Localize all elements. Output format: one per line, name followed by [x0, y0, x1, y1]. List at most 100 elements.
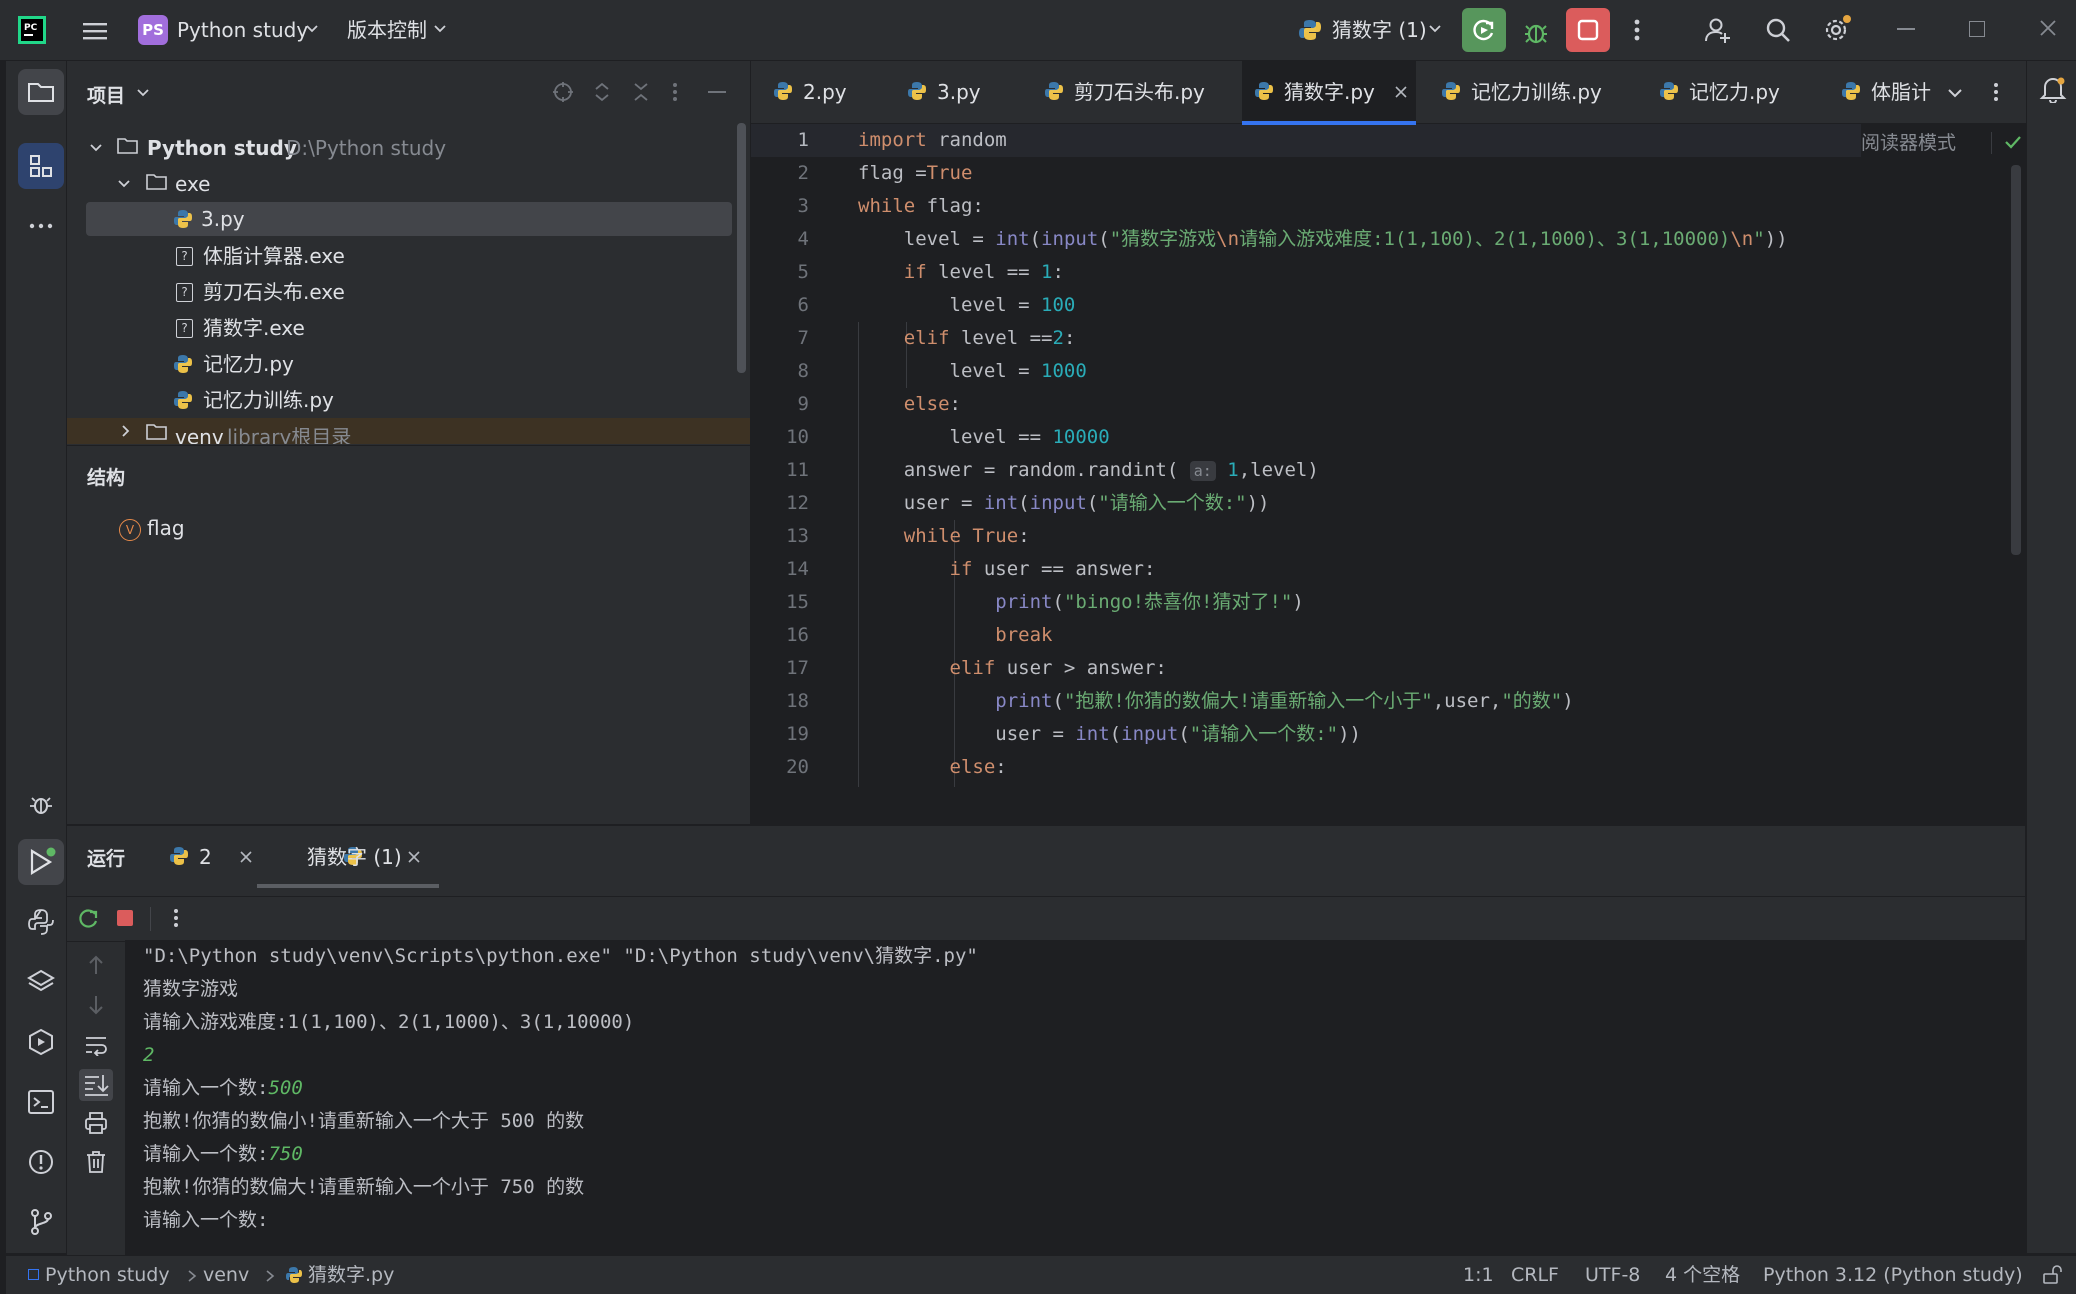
notifications-bell-icon[interactable]	[2039, 75, 2067, 103]
project-badge[interactable]: PS	[138, 15, 168, 45]
tree-file-exe[interactable]: ? 体脂计算器.exe	[67, 239, 732, 273]
console-line: 请输入一个数:500	[143, 1072, 303, 1105]
options-icon[interactable]	[672, 81, 678, 103]
locate-icon[interactable]	[552, 81, 574, 103]
tab-tizhi[interactable]: 体脂计	[1841, 61, 1931, 121]
tree-file-3py[interactable]: 3.py	[86, 202, 732, 236]
indent-setting[interactable]: 4 个空格	[1665, 1256, 1740, 1294]
tree-file-py[interactable]: 记忆力.py	[67, 347, 732, 381]
code-editor[interactable]: 1 import random 2 flag =True 3 while flag: …	[751, 61, 2025, 791]
git-branch-icon[interactable]	[18, 1199, 64, 1245]
rerun-icon[interactable]	[1462, 8, 1506, 52]
expand-all-icon[interactable]	[592, 81, 612, 103]
tree-folder-exe[interactable]: exe	[67, 167, 732, 201]
python-console-icon[interactable]	[18, 899, 64, 945]
pycharm-logo-icon[interactable]: PC	[16, 14, 48, 46]
reader-mode-toggle[interactable]: 阅读器模式	[1861, 128, 1956, 155]
debug-tool-icon[interactable]	[18, 781, 64, 827]
close-tab-icon[interactable]	[1394, 85, 1408, 99]
tree-label: 体脂计算器.exe	[203, 244, 345, 268]
rerun-icon[interactable]	[77, 907, 101, 931]
chevron-down-icon[interactable]	[305, 22, 319, 36]
editor-scrollbar[interactable]	[2011, 165, 2021, 555]
close-icon[interactable]	[2038, 18, 2058, 38]
tab-label: 剪刀石头布.py	[1074, 80, 1205, 104]
more-tools-icon[interactable]	[18, 203, 64, 249]
run-tool-icon[interactable]	[18, 839, 64, 885]
code-line: level = 100	[858, 294, 1076, 316]
tab-caishuzi-active[interactable]: 猜数字.py	[1242, 61, 1416, 125]
tree-root-python-study[interactable]: Python study D:\Python study	[67, 131, 732, 165]
vcs-menu[interactable]: 版本控制	[347, 0, 427, 60]
tab-2py[interactable]: 2.py	[773, 61, 893, 121]
services-icon[interactable]	[18, 1019, 64, 1065]
python-file-icon	[1659, 81, 1679, 101]
structure-item-flag[interactable]: flag	[147, 516, 185, 540]
minimize-icon[interactable]	[1897, 28, 1915, 30]
tab-jiyili-xunlian[interactable]: 记忆力训练.py	[1441, 61, 1621, 121]
scroll-down-icon[interactable]	[87, 994, 105, 1016]
stop-icon[interactable]	[117, 910, 133, 926]
close-tab-icon[interactable]	[407, 850, 421, 864]
tree-folder-venv[interactable]: venv library根目录	[67, 418, 750, 444]
run-config-selector[interactable]: 猜数字 (1)	[1332, 0, 1427, 60]
tree-scrollbar[interactable]	[737, 123, 746, 373]
clear-trash-icon[interactable]	[85, 1150, 107, 1174]
print-icon[interactable]	[84, 1111, 108, 1135]
tree-file-py[interactable]: 记忆力训练.py	[67, 383, 732, 417]
run-toolbar	[67, 896, 2025, 942]
run-console-output[interactable]: "D:\Python study\venv\Scripts\python.exe…	[125, 940, 2025, 1255]
breadcrumb-folder[interactable]: venv	[203, 1256, 249, 1294]
search-icon[interactable]	[1760, 12, 1796, 48]
caret-position[interactable]: 1:1	[1463, 1256, 1494, 1294]
maximize-icon[interactable]	[1969, 21, 1985, 37]
hide-panel-icon[interactable]	[708, 91, 726, 93]
collapse-all-icon[interactable]	[631, 81, 651, 103]
tree-file-exe[interactable]: ? 剪刀石头布.exe	[67, 275, 732, 309]
chevron-down-icon[interactable]	[117, 177, 131, 191]
debug-icon[interactable]	[1516, 12, 1556, 52]
code-line: flag =True	[858, 162, 973, 184]
right-tool-strip	[2026, 61, 2076, 1253]
soft-wrap-icon[interactable]	[84, 1034, 108, 1056]
scroll-up-icon[interactable]	[87, 954, 105, 976]
chevron-down-icon[interactable]	[136, 86, 150, 100]
terminal-icon[interactable]	[18, 1079, 64, 1125]
tree-file-exe[interactable]: ? 猜数字.exe	[67, 311, 732, 345]
structure-icon[interactable]	[18, 143, 64, 189]
code-line: elif level ==2:	[903, 327, 1076, 349]
more-actions-icon[interactable]	[173, 907, 179, 929]
chevron-right-icon[interactable]	[119, 424, 133, 438]
chevron-down-icon[interactable]	[89, 141, 103, 155]
problems-icon[interactable]	[18, 1139, 64, 1185]
file-encoding[interactable]: UTF-8	[1585, 1256, 1640, 1294]
stop-icon[interactable]	[1566, 8, 1610, 52]
tab-jiandao[interactable]: 剪刀石头布.py	[1044, 61, 1214, 121]
lock-icon[interactable]	[2042, 1265, 2062, 1285]
tab-jiyili[interactable]: 记忆力.py	[1659, 61, 1799, 121]
python-interpreter[interactable]: Python 3.12 (Python study)	[1763, 1256, 2023, 1294]
code-line: level = 1000	[858, 360, 1087, 382]
more-actions-icon[interactable]	[1622, 12, 1652, 48]
layers-icon[interactable]	[18, 959, 64, 1005]
breadcrumb-file[interactable]: 猜数字.py	[308, 1256, 394, 1294]
tab-3py[interactable]: 3.py	[907, 61, 1027, 121]
breadcrumb-project[interactable]: Python study	[45, 1256, 170, 1294]
run-panel-title: 运行	[87, 848, 126, 870]
chevron-down-icon[interactable]	[1428, 22, 1442, 36]
add-user-icon[interactable]	[1700, 12, 1736, 48]
main-menu-icon[interactable]	[78, 14, 112, 48]
tab-list-chevron-icon[interactable]	[1947, 86, 1963, 100]
project-folder-icon[interactable]	[18, 69, 64, 115]
inspection-ok-icon[interactable]	[2004, 134, 2022, 150]
scroll-to-end-icon[interactable]	[79, 1069, 113, 1101]
code-line: while flag:	[858, 195, 984, 217]
settings-gear-icon[interactable]	[1818, 12, 1854, 48]
close-tab-icon[interactable]	[239, 850, 253, 864]
project-switcher[interactable]: Python study	[177, 0, 308, 60]
tab-options-icon[interactable]	[1993, 81, 1999, 103]
line-separator[interactable]: CRLF	[1511, 1256, 1559, 1294]
chevron-down-icon[interactable]	[433, 22, 447, 36]
tree-label: Python study	[147, 136, 297, 160]
python-file-icon	[907, 81, 927, 101]
